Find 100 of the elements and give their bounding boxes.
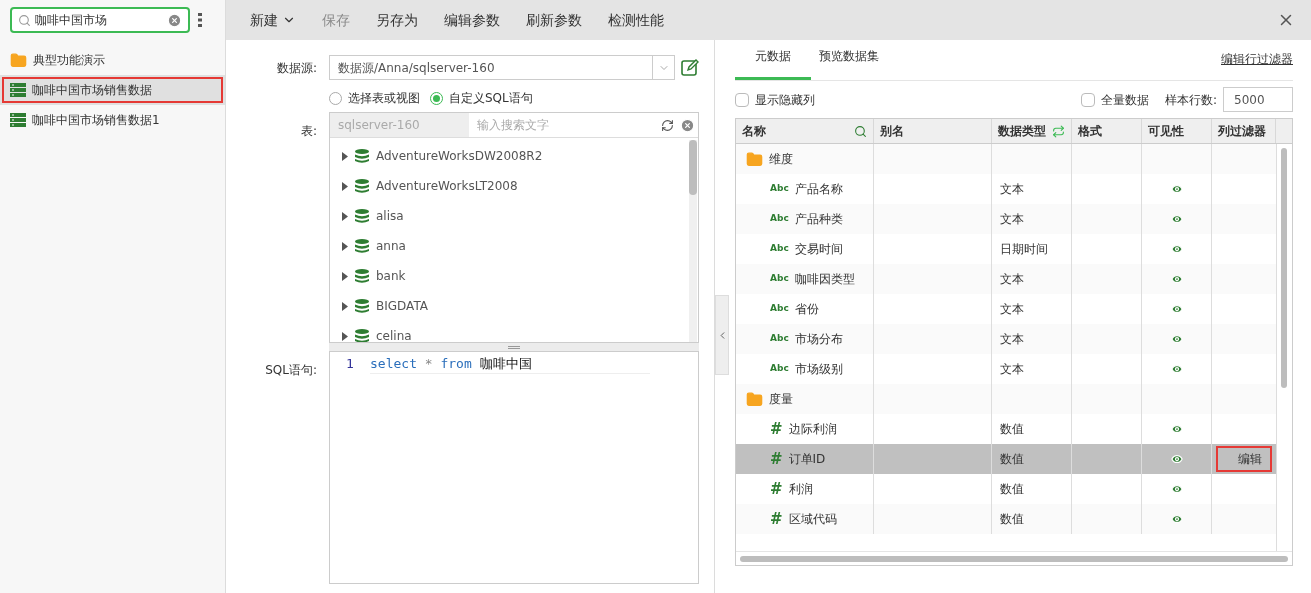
database-icon <box>354 268 370 284</box>
table-row[interactable]: Abc 市场分布 文本 <box>736 324 1276 354</box>
more-icon[interactable] <box>198 13 202 27</box>
table-cell-text: 数值 <box>1000 511 1024 528</box>
eye-icon[interactable] <box>1170 333 1183 345</box>
expand-icon[interactable] <box>342 151 348 161</box>
eye-icon[interactable] <box>1170 273 1183 285</box>
radio-label: 选择表或视图 <box>348 90 420 107</box>
eye-icon[interactable] <box>1170 423 1183 435</box>
table-cell-text: 日期时间 <box>1000 241 1048 258</box>
toolbar-button[interactable]: 另存为 <box>364 5 430 35</box>
column-header: 名称 <box>742 123 767 140</box>
field-label: 数据源: <box>275 59 317 77</box>
radio-button[interactable] <box>329 91 342 105</box>
expand-icon[interactable] <box>342 331 348 341</box>
table-cell-text: 市场级别 <box>794 361 843 378</box>
table-row[interactable]: # 订单ID 数值 编辑 <box>736 444 1276 474</box>
radio-label: 自定义SQL语句 <box>449 90 533 107</box>
text-type-icon: Abc <box>770 212 789 226</box>
datasource-select[interactable]: 数据源/Anna/sqlserver-160 <box>329 55 675 80</box>
text-type-icon: Abc <box>770 182 789 196</box>
expand-icon[interactable] <box>342 211 348 221</box>
eye-icon[interactable] <box>1170 213 1183 225</box>
text-type-icon: Abc <box>770 242 789 256</box>
eye-icon[interactable] <box>1170 453 1183 465</box>
table-row[interactable]: 度量 <box>736 384 1276 414</box>
number-type-icon: # <box>770 511 783 527</box>
edit-filter-button[interactable]: 编辑 <box>1216 446 1272 472</box>
eye-icon[interactable] <box>1170 513 1183 525</box>
table-row[interactable]: Abc 咖啡因类型 文本 <box>736 264 1276 294</box>
edit-icon[interactable] <box>681 58 699 77</box>
table-cell-text: 产品种类 <box>794 211 843 228</box>
text-type-icon: Abc <box>770 362 789 376</box>
column-header: 别名 <box>880 123 905 140</box>
toolbar-button[interactable]: 新建 <box>238 5 308 35</box>
tree-item[interactable]: anna <box>342 231 689 261</box>
table-cell-text: 文本 <box>1000 211 1024 228</box>
table-row[interactable]: # 区域代码 数值 <box>736 504 1276 534</box>
sample-rows-field[interactable]: 5000 <box>1223 87 1293 112</box>
checkbox-label: 全量数据 <box>1100 91 1149 109</box>
radio-button[interactable] <box>430 91 443 105</box>
number-type-icon: # <box>770 451 783 467</box>
tree-item[interactable]: BIGDATA <box>342 291 689 321</box>
eye-icon[interactable] <box>1170 363 1183 375</box>
splitter-handle[interactable] <box>329 343 699 351</box>
sidebar-item[interactable]: 咖啡中国市场销售数据 <box>0 75 225 105</box>
sidebar-item[interactable]: 典型功能演示 <box>0 45 225 75</box>
field-label: SQL语句: <box>264 362 317 379</box>
clear-icon[interactable] <box>680 117 695 133</box>
scrollbar[interactable] <box>736 551 1292 565</box>
tree-item[interactable]: bank <box>342 261 689 291</box>
sql-editor[interactable]: 1 select * from 咖啡中国 <box>329 351 699 584</box>
search-icon[interactable] <box>854 124 867 138</box>
table-cell-text: 产品名称 <box>794 181 843 198</box>
search-icon <box>18 13 31 27</box>
expand-icon[interactable] <box>342 241 348 251</box>
scrollbar[interactable] <box>689 140 697 342</box>
table-cell-text: 度量 <box>769 391 793 408</box>
search-field[interactable]: 咖啡中国市场 <box>10 7 190 33</box>
table-cell-text: 文本 <box>1000 301 1024 318</box>
checkbox[interactable] <box>735 92 749 107</box>
table-cell-text: 文本 <box>1000 361 1024 378</box>
scrollbar[interactable] <box>1276 144 1290 551</box>
table-cell-text: 订单ID <box>788 451 826 468</box>
row-filter-link[interactable]: 编辑行过滤器 <box>1221 50 1293 68</box>
sidebar-item[interactable]: 咖啡中国市场销售数据1 <box>0 105 225 135</box>
sql-code: select * from 咖啡中国 <box>370 354 532 373</box>
refresh-icon[interactable] <box>661 118 674 132</box>
eye-icon[interactable] <box>1170 243 1183 255</box>
toolbar-button[interactable]: 检测性能 <box>596 5 676 35</box>
collapse-handle[interactable] <box>715 295 729 375</box>
table-row[interactable]: 维度 <box>736 144 1276 174</box>
table-cell-text: 咖啡因类型 <box>794 271 855 288</box>
tree-item[interactable]: alisa <box>342 201 689 231</box>
tab[interactable]: 元数据 <box>735 42 811 80</box>
table-cell-text: 文本 <box>1000 271 1024 288</box>
toolbar-button[interactable]: 编辑参数 <box>432 5 512 35</box>
expand-icon[interactable] <box>342 181 348 191</box>
expand-icon[interactable] <box>342 301 348 311</box>
field-label: 表: <box>299 123 317 140</box>
database-icon <box>354 148 370 164</box>
toolbar-button[interactable]: 刷新参数 <box>514 5 594 35</box>
table-cell-text: 边际利润 <box>788 421 837 438</box>
text-type-icon: Abc <box>770 302 789 316</box>
eye-icon[interactable] <box>1170 483 1183 495</box>
column-header: 数据类型 <box>998 123 1047 140</box>
tree-item[interactable]: AdventureWorksDW2008R2 <box>342 141 689 171</box>
eye-icon[interactable] <box>1170 183 1183 195</box>
table-row[interactable]: Abc 产品种类 文本 <box>736 204 1276 234</box>
folder-icon <box>746 150 763 168</box>
clear-icon[interactable] <box>167 12 182 28</box>
expand-icon[interactable] <box>342 271 348 281</box>
tree-item[interactable]: celina <box>342 321 689 342</box>
text-type-icon: Abc <box>770 272 789 286</box>
tab[interactable]: 预览数据集 <box>811 42 887 80</box>
database-icon <box>354 178 370 194</box>
eye-icon[interactable] <box>1170 303 1183 315</box>
tree-item[interactable]: AdventureWorksLT2008 <box>342 171 689 201</box>
number-type-icon: # <box>770 421 783 437</box>
checkbox[interactable] <box>1080 92 1095 107</box>
